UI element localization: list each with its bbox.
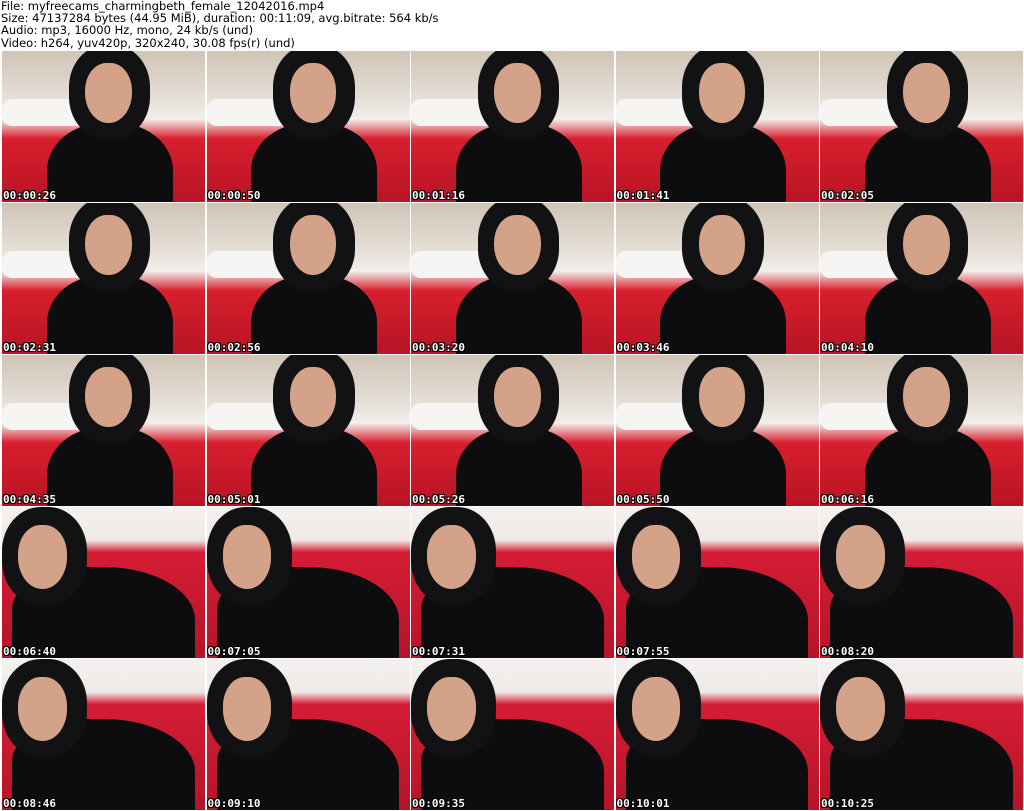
video-thumbnail: 00:00:26: [2, 51, 205, 202]
video-thumbnail: 00:03:20: [411, 203, 614, 354]
thumbnail-timestamp: 00:06:40: [3, 645, 56, 658]
thumbnail-timestamp: 00:01:16: [412, 189, 465, 202]
thumbnail-timestamp: 00:02:56: [207, 341, 261, 354]
thumbnail-face: [836, 525, 885, 589]
video-thumbnail: 00:10:01: [615, 659, 819, 810]
video-thumbnail: 00:07:05: [206, 507, 410, 658]
thumbnail-timestamp: 00:05:26: [412, 493, 465, 506]
thumbnail-face: [494, 215, 541, 276]
video-thumbnail: 00:09:35: [411, 659, 614, 810]
video-thumbnail: 00:02:56: [206, 203, 410, 354]
thumbnail-timestamp: 00:10:25: [821, 797, 874, 810]
video-thumbnail: 00:01:16: [411, 51, 614, 202]
video-thumbnail: 00:00:50: [206, 51, 410, 202]
thumbnail-face: [494, 367, 541, 428]
video-thumbnail: 00:08:20: [820, 507, 1023, 658]
thumbnail-face: [631, 677, 681, 741]
thumbnail-timestamp: 00:07:31: [412, 645, 465, 658]
thumbnail-timestamp: 00:03:46: [616, 341, 670, 354]
thumbnail-face: [903, 215, 950, 276]
thumbnail-face: [427, 525, 476, 589]
thumbnail-face: [85, 63, 132, 124]
thumbnail-face: [222, 677, 272, 741]
thumbnail-face: [222, 525, 272, 589]
thumbnail-face: [18, 525, 67, 589]
thumbnail-face: [903, 63, 950, 124]
thumbnail-timestamp: 00:07:55: [616, 645, 670, 658]
thumbnail-timestamp: 00:05:01: [207, 493, 261, 506]
thumbnail-timestamp: 00:04:35: [3, 493, 56, 506]
thumbnail-timestamp: 00:02:05: [821, 189, 874, 202]
thumbnail-timestamp: 00:09:10: [207, 797, 261, 810]
thumbnail-timestamp: 00:00:26: [3, 189, 56, 202]
thumbnail-timestamp: 00:00:50: [207, 189, 261, 202]
video-info: Video: h264, yuv420p, 320x240, 30.08 fps…: [1, 35, 295, 50]
thumbnail-timestamp: 00:07:05: [207, 645, 261, 658]
thumbnail-face: [836, 677, 885, 741]
video-thumbnail: 00:09:10: [206, 659, 410, 810]
thumbnail-timestamp: 00:04:10: [821, 341, 874, 354]
thumbnail-face: [85, 215, 132, 276]
video-thumbnail: 00:02:05: [820, 51, 1023, 202]
video-thumbnail: 00:07:31: [411, 507, 614, 658]
video-thumbnail: 00:10:25: [820, 659, 1023, 810]
video-thumbnail: 00:02:31: [2, 203, 205, 354]
video-thumbnail: 00:05:50: [615, 355, 819, 506]
video-thumbnail: 00:06:40: [2, 507, 205, 658]
video-thumbnail: 00:01:41: [615, 51, 819, 202]
video-thumbnail: 00:08:46: [2, 659, 205, 810]
video-thumbnail: 00:04:10: [820, 203, 1023, 354]
video-thumbnail: 00:04:35: [2, 355, 205, 506]
audio-info: Audio: mp3, 16000 Hz, mono, 24 kb/s (und…: [1, 23, 254, 38]
thumbnail-face: [85, 367, 132, 428]
video-thumbnail: 00:07:55: [615, 507, 819, 658]
thumbnail-timestamp: 00:06:16: [821, 493, 874, 506]
thumbnail-face: [18, 677, 67, 741]
thumbnail-face: [631, 525, 681, 589]
thumbnail-grid: 00:00:26 00:00:50 00:01:16 00:01:41 00:02:05…: [2, 51, 1023, 810]
thumbnail-timestamp: 00:10:01: [616, 797, 670, 810]
video-thumbnail: 00:03:46: [615, 203, 819, 354]
thumbnail-timestamp: 00:01:41: [616, 189, 670, 202]
video-thumbnail: 00:06:16: [820, 355, 1023, 506]
thumbnail-timestamp: 00:08:46: [3, 797, 56, 810]
thumbnail-face: [427, 677, 476, 741]
thumbnail-timestamp: 00:02:31: [3, 341, 56, 354]
video-thumbnail: 00:05:26: [411, 355, 614, 506]
thumbnail-timestamp: 00:05:50: [616, 493, 670, 506]
file-info: File: myfreecams_charmingbeth_female_120…: [1, 0, 439, 49]
video-thumbnail: 00:05:01: [206, 355, 410, 506]
thumbnail-timestamp: 00:03:20: [412, 341, 465, 354]
thumbnail-face: [903, 367, 950, 428]
thumbnail-timestamp: 00:09:35: [412, 797, 465, 810]
thumbnail-face: [494, 63, 541, 124]
thumbnail-timestamp: 00:08:20: [821, 645, 874, 658]
